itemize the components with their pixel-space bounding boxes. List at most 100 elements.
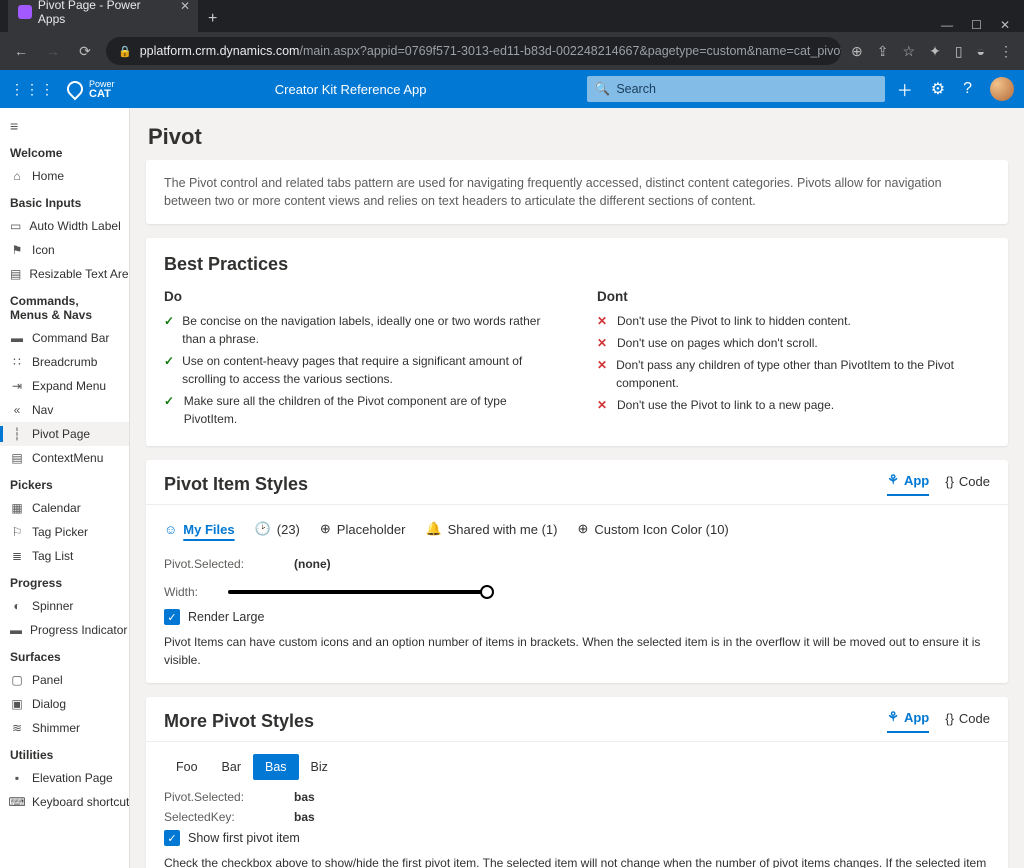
pill-foo[interactable]: Foo (164, 754, 210, 780)
window-minimize-icon[interactable]: ― (941, 18, 953, 32)
search-input[interactable]: 🔍 Search (587, 76, 885, 102)
sidebar-item-context-menu[interactable]: ▤ContextMenu (0, 446, 129, 470)
new-icon[interactable]: ＋ (897, 77, 913, 101)
zoom-icon[interactable]: ⊕ (851, 43, 863, 60)
sidebar-item-nav[interactable]: «Nav (0, 398, 129, 422)
pivot-recent[interactable]: 🕑(23) (255, 517, 300, 541)
url-path: /main.aspx?appid=0769f571-3013-ed11-b83d… (299, 44, 841, 58)
sidebar-item-pivot-page[interactable]: ┆Pivot Page (0, 422, 129, 446)
sidebar-section-welcome: Welcome (0, 138, 129, 164)
more-pivot-note: Check the checkbox above to show/hide th… (164, 854, 990, 868)
bookmark-icon[interactable]: ☆ (903, 43, 916, 60)
sidebar-item-spinner[interactable]: ◐Spinner (0, 594, 129, 618)
sidebar-section-basic-inputs: Basic Inputs (0, 188, 129, 214)
selected-label-2: Pivot.Selected: (164, 790, 254, 804)
code-icon: {} (945, 711, 954, 726)
label-icon: ▭ (10, 219, 21, 233)
panel-icon: ▢ (10, 673, 24, 687)
new-tab-button[interactable]: + (202, 6, 223, 32)
width-label: Width: (164, 585, 198, 599)
sidebar-item-calendar[interactable]: ▦Calendar (0, 496, 129, 520)
pivot-shared[interactable]: 🔔Shared with me (1) (425, 517, 557, 541)
home-icon: ⌂ (10, 169, 24, 183)
pivot-my-files[interactable]: ☺My Files (164, 518, 235, 541)
dont-heading: Dont (597, 289, 990, 304)
browser-back-button[interactable]: ← (10, 40, 32, 62)
pivot-icon: ┆ (10, 427, 24, 441)
app-title: Creator Kit Reference App (127, 82, 575, 97)
content-area: Pivot The Pivot control and related tabs… (130, 108, 1024, 868)
pill-biz[interactable]: Biz (299, 754, 340, 780)
sidebar-section-progress: Progress (0, 568, 129, 594)
side-panel-icon[interactable]: ▯ (955, 43, 963, 60)
list-icon: ≣ (10, 549, 24, 563)
globe-icon: ⊕ (320, 521, 331, 537)
pill-bar[interactable]: Bar (210, 754, 253, 780)
sidebar-item-breadcrumb[interactable]: ∷Breadcrumb (0, 350, 129, 374)
calendar-icon: ▦ (10, 501, 24, 515)
app-icon: ⚘ (887, 472, 899, 488)
paw-icon (64, 78, 87, 101)
browser-reload-button[interactable]: ⟳ (74, 40, 96, 62)
favicon (18, 5, 32, 19)
sidebar-item-keyboard[interactable]: ⌨Keyboard shortcuts (0, 790, 129, 814)
brand-logo[interactable]: PowerCAT (67, 79, 115, 99)
sidebar-item-shimmer[interactable]: ≋Shimmer (0, 716, 129, 740)
mode-app-tab[interactable]: ⚘App (887, 472, 929, 496)
show-first-checkbox[interactable]: ✓ Show first pivot item (164, 830, 990, 846)
width-slider[interactable] (228, 590, 488, 594)
pivot-custom-icon[interactable]: ⊕Custom Icon Color (10) (577, 517, 728, 541)
sidebar-item-tag-list[interactable]: ≣Tag List (0, 544, 129, 568)
sidebar-item-home[interactable]: ⌂Home (0, 164, 129, 188)
browser-forward-button[interactable]: → (42, 40, 64, 62)
sidebar-item-tag-picker[interactable]: ⚐Tag Picker (0, 520, 129, 544)
x-icon: ✕ (597, 312, 609, 330)
context-menu-icon: ▤ (10, 451, 24, 465)
window-close-icon[interactable]: ✕ (1000, 18, 1010, 32)
pill-bas[interactable]: Bas (253, 754, 299, 780)
settings-icon[interactable]: ⚙ (931, 79, 945, 99)
sidebar-item-command-bar[interactable]: ▬Command Bar (0, 326, 129, 350)
app-icon: ⚘ (887, 709, 899, 725)
render-large-checkbox[interactable]: ✓ Render Large (164, 609, 990, 625)
app-header: ⋮⋮⋮ PowerCAT Creator Kit Reference App 🔍… (0, 70, 1024, 108)
sidebar-item-elevation[interactable]: ▪Elevation Page (0, 766, 129, 790)
mode-app-tab-2[interactable]: ⚘App (887, 709, 929, 733)
sidebar-item-auto-width[interactable]: ▭Auto Width Label (0, 214, 129, 238)
app-launcher-icon[interactable]: ⋮⋮⋮ (10, 81, 55, 98)
profile-icon[interactable]: ◒ (977, 43, 985, 59)
window-maximize-icon[interactable]: ☐ (971, 18, 982, 32)
sidebar-item-progress-indicator[interactable]: ▬Progress Indicator (0, 618, 129, 642)
x-icon: ✕ (597, 396, 609, 414)
share-icon[interactable]: ⇪ (877, 43, 889, 60)
pivot-placeholder[interactable]: ⊕Placeholder (320, 517, 406, 541)
selected-key-value: bas (294, 810, 315, 824)
nav-icon: « (10, 403, 24, 417)
browser-tab[interactable]: Pivot Page - Power Apps ✕ (8, 0, 198, 32)
tab-title: Pivot Page - Power Apps (38, 0, 170, 26)
mode-code-tab[interactable]: {}Code (945, 472, 990, 496)
chrome-menu-icon[interactable]: ⋮ (999, 43, 1014, 60)
elevation-icon: ▪ (10, 771, 24, 785)
hamburger-icon[interactable]: ≡ (0, 114, 129, 138)
textarea-icon: ▤ (10, 267, 21, 281)
sidebar-item-expand-menu[interactable]: ⇥Expand Menu (0, 374, 129, 398)
sidebar-item-panel[interactable]: ▢Panel (0, 668, 129, 692)
browser-address-bar[interactable]: 🔒 pplatform.crm.dynamics.com/main.aspx?a… (106, 37, 841, 65)
url-host: pplatform.crm.dynamics.com (140, 44, 300, 58)
help-icon[interactable]: ? (963, 80, 972, 98)
lock-icon: 🔒 (118, 45, 132, 58)
mode-code-tab-2[interactable]: {}Code (945, 709, 990, 733)
sidebar-section-commands: Commands, Menus & Navs (0, 286, 129, 326)
user-avatar[interactable] (990, 77, 1014, 101)
checkbox-checked-icon: ✓ (164, 830, 180, 846)
sidebar-item-resizable[interactable]: ▤Resizable Text Area (0, 262, 129, 286)
extensions-icon[interactable]: ✦ (929, 43, 941, 60)
sidebar-item-icon[interactable]: ⚑Icon (0, 238, 129, 262)
slider-thumb[interactable] (480, 585, 494, 599)
sidebar-item-dialog[interactable]: ▣Dialog (0, 692, 129, 716)
selected-value: (none) (294, 557, 331, 571)
close-tab-icon[interactable]: ✕ (180, 0, 190, 13)
dialog-icon: ▣ (10, 697, 24, 711)
more-pivot-styles-card: More Pivot Styles ⚘App {}Code Foo Bar Ba… (146, 697, 1008, 868)
